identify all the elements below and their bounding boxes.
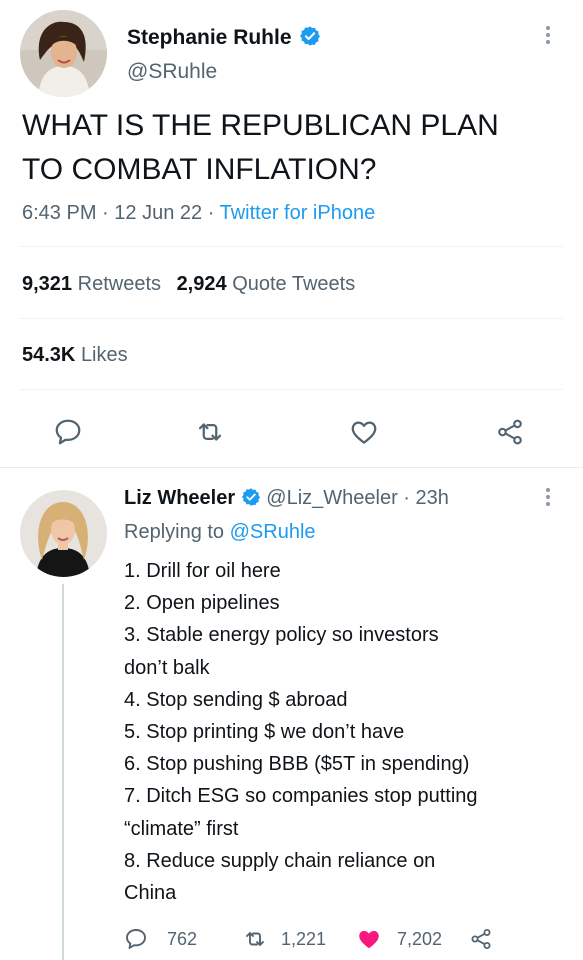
reply-age[interactable]: 23h xyxy=(416,487,449,509)
section-divider xyxy=(0,467,583,468)
share-icon[interactable] xyxy=(469,927,493,951)
author-handle[interactable]: @SRuhle xyxy=(127,58,217,86)
reply-text-line: 3. Stable energy policy so investors xyxy=(124,624,439,647)
replying-to-handle[interactable]: @SRuhle xyxy=(230,521,316,543)
reply-author-handle[interactable]: @Liz_Wheeler xyxy=(266,487,397,509)
reply-author-avatar[interactable] xyxy=(20,490,107,577)
quotes-count: 2,924 xyxy=(176,273,227,295)
more-options-icon[interactable] xyxy=(545,26,551,47)
retweet-icon[interactable] xyxy=(195,417,225,447)
tweet-text-line: TO COMBAT INFLATION? xyxy=(22,153,377,186)
reply-text-line: 5. Stop printing $ we don’t have xyxy=(124,721,405,744)
likes-stat[interactable]: 54.3K Likes xyxy=(22,341,128,369)
verified-badge-icon xyxy=(300,26,321,47)
reply-text-line: 8. Reduce supply chain reliance on xyxy=(124,849,436,872)
author-name-row[interactable]: Stephanie Ruhle xyxy=(127,24,321,52)
liked-heart-icon[interactable] xyxy=(356,926,382,952)
reply-text-line: 2. Open pipelines xyxy=(124,592,280,615)
retweets-label: Retweets xyxy=(77,273,161,295)
retweets-count: 9,321 xyxy=(22,273,73,295)
reply-text-line: 6. Stop pushing BBB ($5T in spending) xyxy=(124,753,470,776)
tweet-meta: 6:43 PM · 12 Jun 22 · Twitter for iPhone xyxy=(22,199,375,227)
verified-badge-icon xyxy=(241,487,260,506)
tweet-time[interactable]: 6:43 PM xyxy=(22,202,96,224)
share-icon[interactable] xyxy=(495,417,525,447)
like-icon[interactable] xyxy=(349,417,379,447)
tweet-date[interactable]: 12 Jun 22 xyxy=(114,202,202,224)
replying-to-label: Replying to xyxy=(124,521,225,543)
tweet-text: WHAT IS THE REPUBLICAN PLAN TO COMBAT IN… xyxy=(22,104,499,192)
likes-label: Likes xyxy=(80,344,128,366)
author-name[interactable]: Stephanie Ruhle xyxy=(127,26,292,49)
meta-separator: · xyxy=(207,202,215,224)
thread-line xyxy=(62,584,64,960)
tweet-text-line: WHAT IS THE REPUBLICAN PLAN xyxy=(22,109,499,142)
meta-separator: · xyxy=(403,487,410,509)
divider xyxy=(20,389,563,390)
reply-text-line: don’t balk xyxy=(124,656,210,679)
reply-text-line: “climate” first xyxy=(124,817,239,840)
replying-to: Replying to @SRuhle xyxy=(124,518,316,546)
retweet-icon[interactable] xyxy=(243,927,267,951)
reply-icon[interactable] xyxy=(53,417,83,447)
quotes-stat[interactable]: 2,924 Quote Tweets xyxy=(177,273,356,295)
divider xyxy=(20,318,563,319)
reply-count: 762 xyxy=(167,929,198,949)
divider xyxy=(20,246,563,247)
likes-count: 54.3K xyxy=(22,344,76,366)
reply-text-line: 1. Drill for oil here xyxy=(124,560,281,582)
reply-text: 1. Drill for oil here 2. Open pipelines … xyxy=(124,555,478,909)
tweet-source[interactable]: Twitter for iPhone xyxy=(220,202,376,224)
reply-author-name[interactable]: Liz Wheeler xyxy=(124,487,235,509)
retweet-stats: 9,321 Retweets 2,924 Quote Tweets xyxy=(22,270,355,298)
retweets-stat[interactable]: 9,321 Retweets xyxy=(22,273,167,295)
reply-text-line: China xyxy=(124,882,177,905)
like-count: 7,202 xyxy=(397,929,443,949)
reply-header: Liz Wheeler @Liz_Wheeler · 23h xyxy=(124,484,449,512)
reply-text-line: 7. Ditch ESG so companies stop putting xyxy=(124,785,478,808)
reply-actions: 762 1,221 7,202 xyxy=(124,925,564,953)
reply-icon[interactable] xyxy=(124,927,148,951)
reply-text-line: 4. Stop sending $ abroad xyxy=(124,688,348,711)
meta-separator: · xyxy=(102,202,109,224)
quotes-label: Quote Tweets xyxy=(232,273,356,295)
retweet-count: 1,221 xyxy=(281,929,327,949)
author-avatar[interactable] xyxy=(20,10,107,97)
reply-more-options-icon[interactable] xyxy=(545,488,551,509)
